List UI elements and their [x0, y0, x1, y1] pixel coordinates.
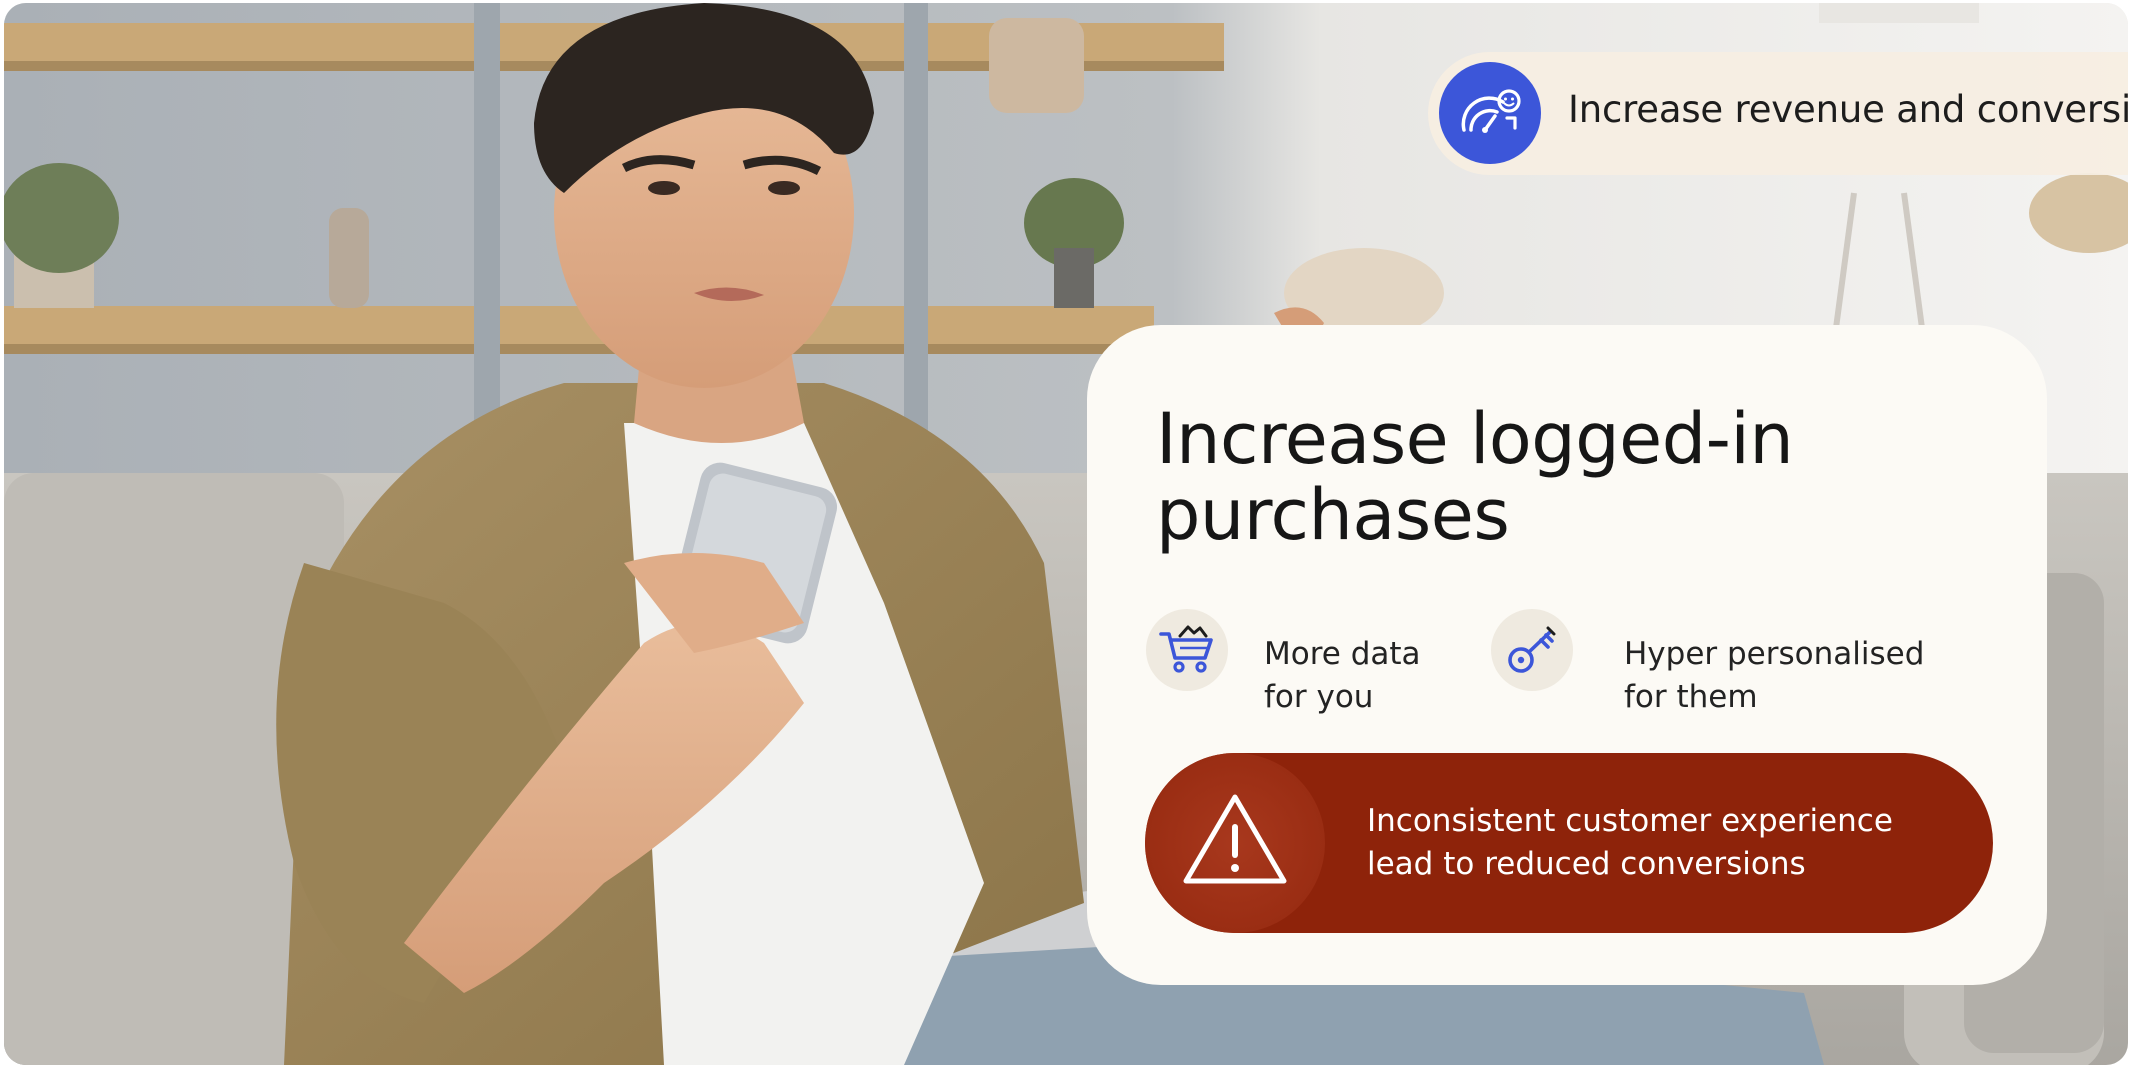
shopping-cart-icon [1146, 609, 1228, 691]
feature-hyper-personalised-line2: for them [1624, 679, 1758, 715]
key-icon [1491, 609, 1573, 691]
banner-text: Increase revenue and conversion [1568, 88, 2128, 131]
hero-banner: Increase revenue and conversion Increase… [4, 3, 2128, 1065]
feature-more-data-line1: More data [1264, 636, 1421, 672]
alert-message-line1: Inconsistent customer experience [1367, 803, 1893, 839]
feature-hyper-personalised-line1: Hyper personalised [1624, 636, 1925, 672]
warning-triangle-icon [1183, 794, 1287, 884]
alert-message: Inconsistent customer experience lead to… [1367, 800, 1967, 886]
alert-message-line2: lead to reduced conversions [1367, 846, 1806, 882]
feature-hyper-personalised: Hyper personalised for them [1624, 633, 1944, 719]
feature-more-data: More data for you [1264, 633, 1484, 719]
speedometer-smile-icon [1439, 62, 1541, 164]
feature-more-data-line2: for you [1264, 679, 1374, 715]
card-title: Increase logged-in purchases [1156, 398, 1794, 556]
